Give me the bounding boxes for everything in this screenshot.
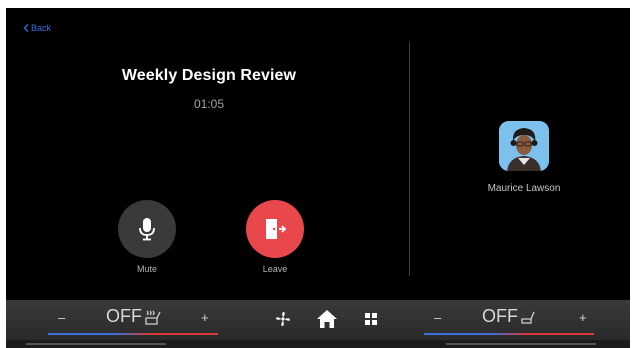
leave-door-icon — [266, 219, 287, 239]
driver-temp-decrease-button[interactable]: – — [58, 310, 65, 325]
fan-icon — [276, 312, 290, 326]
driver-temp-range-line — [48, 333, 218, 335]
driver-temp-label: OFF — [106, 306, 142, 326]
passenger-temp-range-line — [424, 333, 594, 335]
passenger-climate-zone: – OFF + — [424, 300, 614, 340]
passenger-temp-increase-button[interactable]: + — [579, 310, 587, 325]
leave-button[interactable] — [246, 200, 304, 258]
back-button[interactable]: Back — [23, 23, 51, 33]
microphone-icon — [139, 218, 155, 241]
back-chevron-icon — [23, 24, 29, 32]
mute-label: Mute — [136, 264, 157, 274]
mute-control: Mute — [112, 200, 182, 274]
bottom-strip — [6, 340, 630, 348]
seat-icon — [521, 311, 535, 324]
climate-bar: – OFF + – OFF + — [6, 300, 630, 340]
apps-button[interactable] — [360, 308, 382, 330]
participant-name: Maurice Lawson — [487, 183, 561, 194]
back-label: Back — [31, 23, 52, 33]
center-nav — [272, 308, 382, 330]
participant-tile[interactable]: Maurice Lawson — [474, 121, 574, 194]
leave-control: Leave — [240, 200, 310, 274]
call-timer: 01:05 — [193, 97, 225, 111]
strip-segment — [446, 343, 596, 345]
passenger-temp-label: OFF — [482, 306, 518, 326]
panel-divider — [409, 42, 410, 276]
strip-segment — [26, 343, 166, 345]
passenger-temp-decrease-button[interactable]: – — [434, 310, 441, 325]
home-icon — [317, 310, 337, 328]
fan-button[interactable] — [272, 308, 294, 330]
leave-label: Leave — [262, 264, 288, 274]
call-screen: Back Weekly Design Review 01:05 Mute Lea… — [6, 8, 630, 300]
passenger-temp-value[interactable]: OFF — [482, 306, 536, 327]
mute-button[interactable] — [118, 200, 176, 258]
avatar — [499, 121, 549, 171]
driver-climate-zone: – OFF + — [46, 300, 236, 340]
grid-icon — [365, 313, 377, 325]
driver-temp-increase-button[interactable]: + — [201, 310, 209, 325]
driver-temp-value[interactable]: OFF — [106, 306, 162, 327]
call-title: Weekly Design Review — [121, 67, 297, 84]
seat-heat-icon — [145, 310, 161, 325]
home-button[interactable] — [316, 308, 338, 330]
